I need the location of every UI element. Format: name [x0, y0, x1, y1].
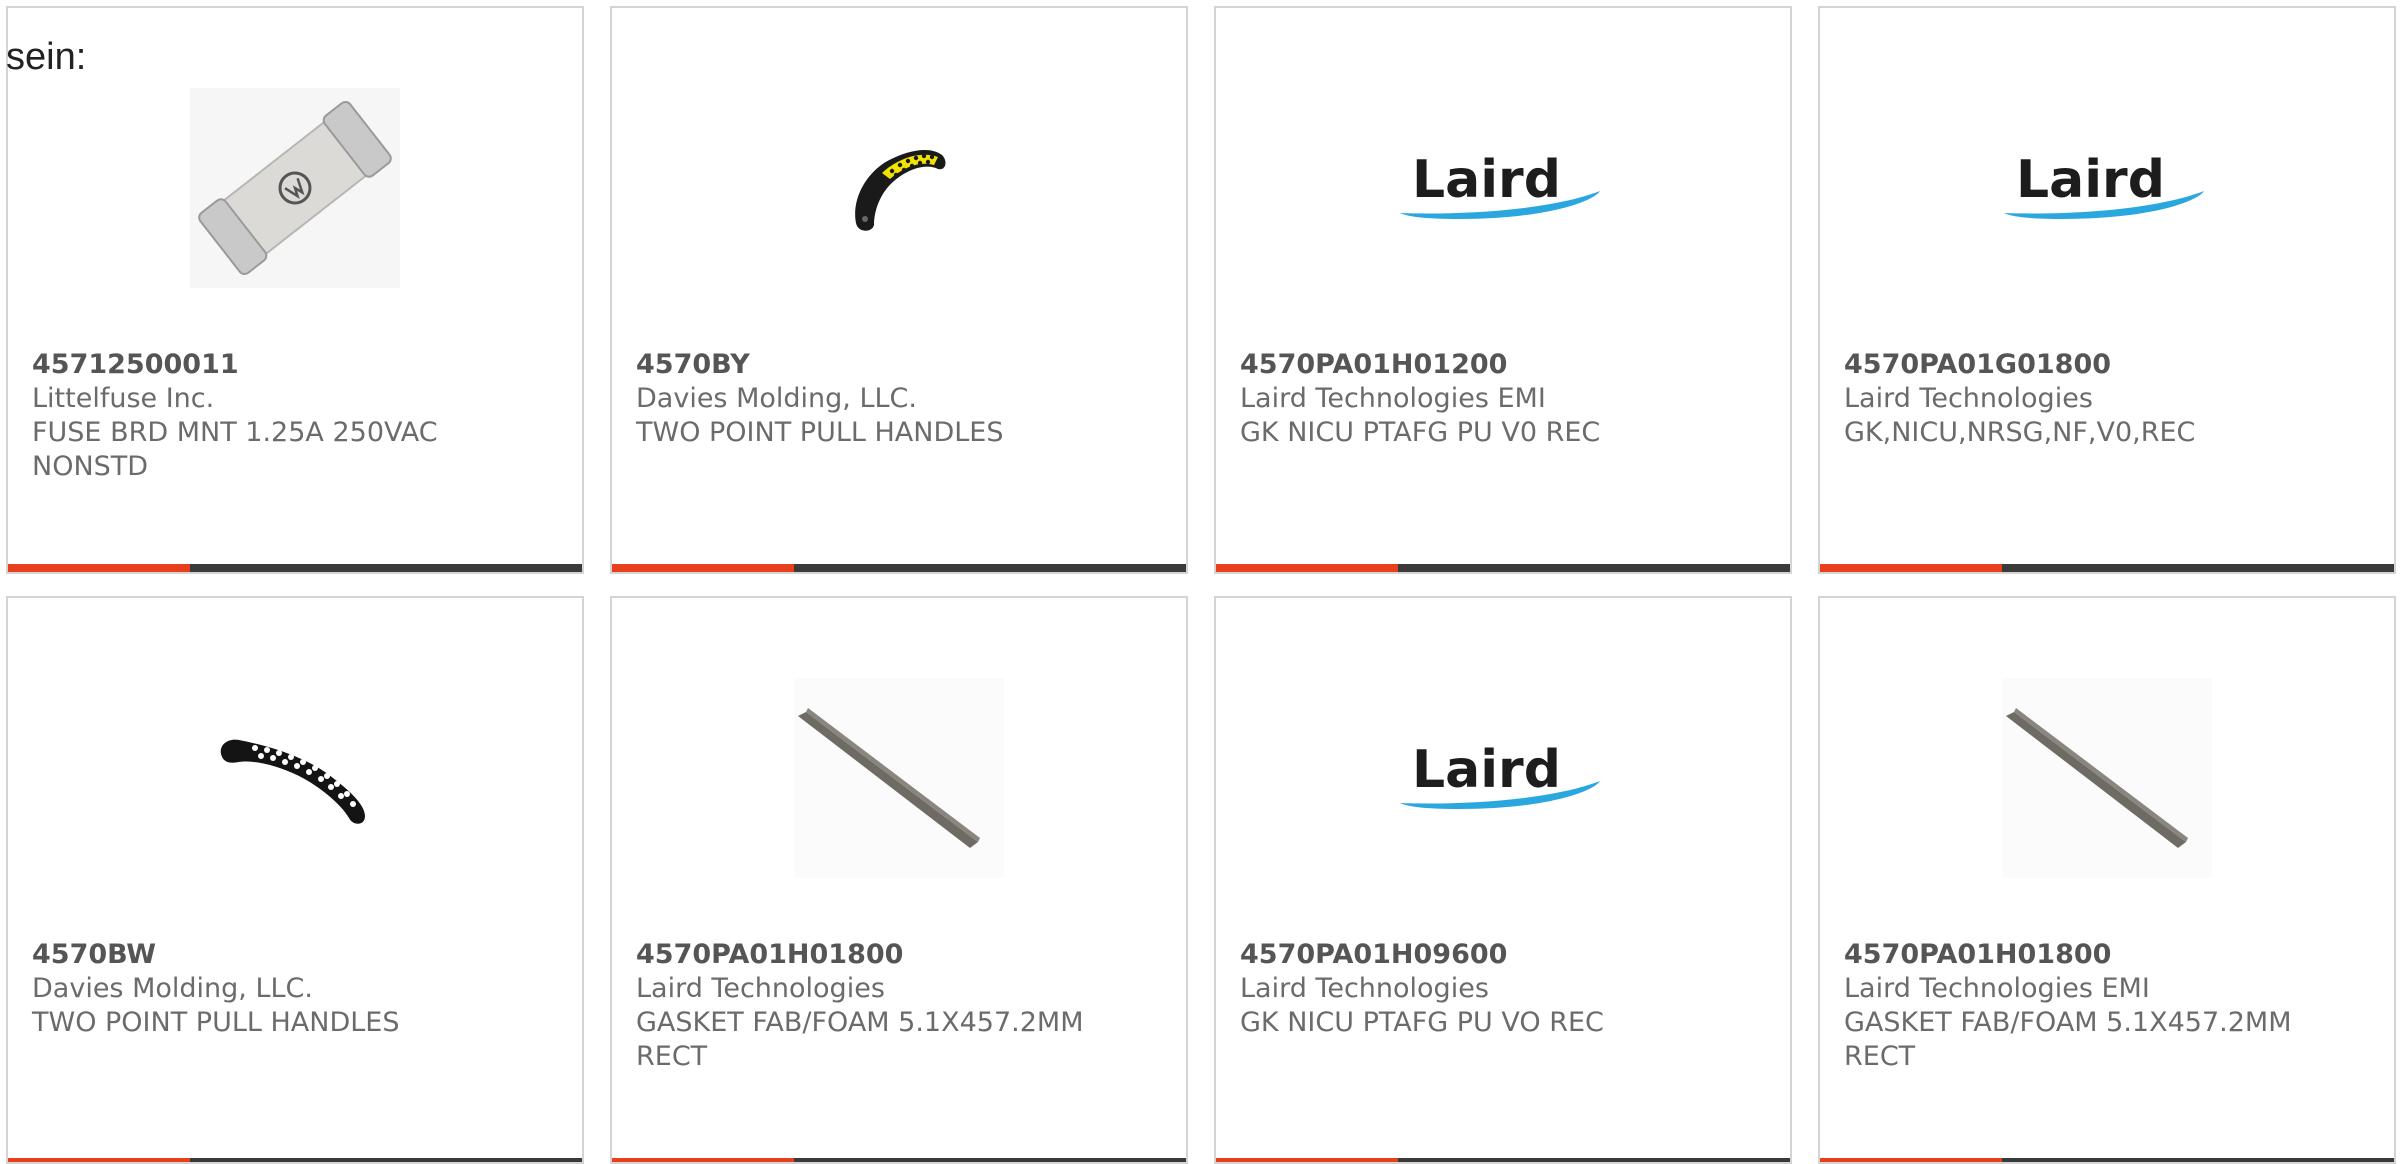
- gasket-strip-image: [2002, 678, 2212, 878]
- product-card[interactable]: 45712500011 Littelfuse Inc. FUSE BRD MNT…: [6, 6, 584, 574]
- product-info: 4570PA01G01800 Laird Technologies GK,NIC…: [1844, 348, 2370, 450]
- part-number[interactable]: 4570PA01H01800: [636, 938, 1162, 972]
- description: TWO POINT PULL HANDLES: [32, 1007, 400, 1038]
- product-info: 4570PA01H09600 Laird Technologies GK NIC…: [1240, 938, 1766, 1040]
- part-number[interactable]: 4570PA01H09600: [1240, 938, 1766, 972]
- card-footer-bar: [1216, 1158, 1790, 1162]
- card-accent: [8, 1158, 190, 1162]
- product-thumbnail[interactable]: [612, 78, 1186, 298]
- description: GASKET FAB/FOAM 5.1X457.2MM RECT: [1844, 1007, 2292, 1072]
- product-thumbnail[interactable]: [1820, 668, 2394, 888]
- product-thumbnail[interactable]: [612, 668, 1186, 888]
- part-number[interactable]: 45712500011: [32, 348, 558, 382]
- laird-logo: Laird: [1400, 153, 1600, 219]
- manufacturer: Davies Molding, LLC.: [636, 383, 917, 414]
- part-number[interactable]: 4570PA01H01800: [1844, 938, 2370, 972]
- svg-text:Laird: Laird: [1412, 153, 1561, 210]
- lead-text: sein:: [6, 36, 87, 78]
- part-number[interactable]: 4570BY: [636, 348, 1162, 382]
- product-thumbnail[interactable]: Laird: [1216, 78, 1790, 298]
- product-thumbnail[interactable]: [8, 668, 582, 888]
- description: GK NICU PTAFG PU V0 REC: [1240, 417, 1601, 448]
- laird-logo: Laird: [1400, 743, 1600, 809]
- svg-text:Laird: Laird: [2016, 153, 2165, 210]
- fuse-image: [190, 88, 400, 288]
- card-accent: [8, 564, 190, 572]
- product-thumbnail[interactable]: [8, 78, 582, 298]
- part-number[interactable]: 4570PA01H01200: [1240, 348, 1766, 382]
- card-accent: [1820, 564, 2002, 572]
- product-card[interactable]: 4570PA01H01800 Laird Technologies GASKET…: [610, 596, 1188, 1164]
- product-card[interactable]: 4570BY Davies Molding, LLC. TWO POINT PU…: [610, 6, 1188, 574]
- card-footer-bar: [8, 1158, 582, 1162]
- product-card[interactable]: 4570BW Davies Molding, LLC. TWO POINT PU…: [6, 596, 584, 1164]
- card-footer-bar: [1820, 1158, 2394, 1162]
- card-accent: [1216, 1158, 1398, 1162]
- product-info: 4570BW Davies Molding, LLC. TWO POINT PU…: [32, 938, 558, 1040]
- card-accent: [1820, 1158, 2002, 1162]
- description: GK,NICU,NRSG,NF,V0,REC: [1844, 417, 2196, 448]
- white-dotted-pull-handle-image: [220, 739, 365, 824]
- product-info: 4570PA01H01800 Laird Technologies EMI GA…: [1844, 938, 2370, 1074]
- card-footer-bar: [8, 564, 582, 572]
- card-footer-bar: [612, 564, 1186, 572]
- description: TWO POINT PULL HANDLES: [636, 417, 1004, 448]
- card-accent: [1216, 564, 1398, 572]
- product-info: 4570PA01H01800 Laird Technologies GASKET…: [636, 938, 1162, 1074]
- part-number[interactable]: 4570BW: [32, 938, 558, 972]
- description: FUSE BRD MNT 1.25A 250VAC NONSTD: [32, 417, 438, 482]
- manufacturer: Laird Technologies: [1240, 973, 1489, 1004]
- card-accent: [612, 564, 794, 572]
- card-footer-bar: [1820, 564, 2394, 572]
- product-thumbnail[interactable]: Laird: [1820, 78, 2394, 298]
- manufacturer: Laird Technologies: [1844, 383, 2093, 414]
- laird-logo: Laird: [2004, 153, 2204, 219]
- part-number[interactable]: 4570PA01G01800: [1844, 348, 2370, 382]
- manufacturer: Laird Technologies EMI: [1240, 383, 1546, 414]
- product-card[interactable]: Laird 4570PA01G01800 Laird Technologies …: [1818, 6, 2396, 574]
- yellow-pull-handle-image: [855, 149, 946, 231]
- description: GASKET FAB/FOAM 5.1X457.2MM RECT: [636, 1007, 1084, 1072]
- description: GK NICU PTAFG PU VO REC: [1240, 1007, 1604, 1038]
- manufacturer: Littelfuse Inc.: [32, 383, 215, 414]
- product-thumbnail[interactable]: Laird: [1216, 668, 1790, 888]
- manufacturer: Davies Molding, LLC.: [32, 973, 313, 1004]
- manufacturer: Laird Technologies: [636, 973, 885, 1004]
- card-footer-bar: [612, 1158, 1186, 1162]
- card-accent: [612, 1158, 794, 1162]
- manufacturer: Laird Technologies EMI: [1844, 973, 2150, 1004]
- gasket-strip-image: [794, 678, 1004, 878]
- product-info: 45712500011 Littelfuse Inc. FUSE BRD MNT…: [32, 348, 558, 484]
- product-card[interactable]: 4570PA01H01800 Laird Technologies EMI GA…: [1818, 596, 2396, 1164]
- card-footer-bar: [1216, 564, 1790, 572]
- product-info: 4570PA01H01200 Laird Technologies EMI GK…: [1240, 348, 1766, 450]
- svg-text:Laird: Laird: [1412, 743, 1561, 800]
- product-card[interactable]: Laird 4570PA01H09600 Laird Technologies …: [1214, 596, 1792, 1164]
- product-card[interactable]: Laird 4570PA01H01200 Laird Technologies …: [1214, 6, 1792, 574]
- product-info: 4570BY Davies Molding, LLC. TWO POINT PU…: [636, 348, 1162, 450]
